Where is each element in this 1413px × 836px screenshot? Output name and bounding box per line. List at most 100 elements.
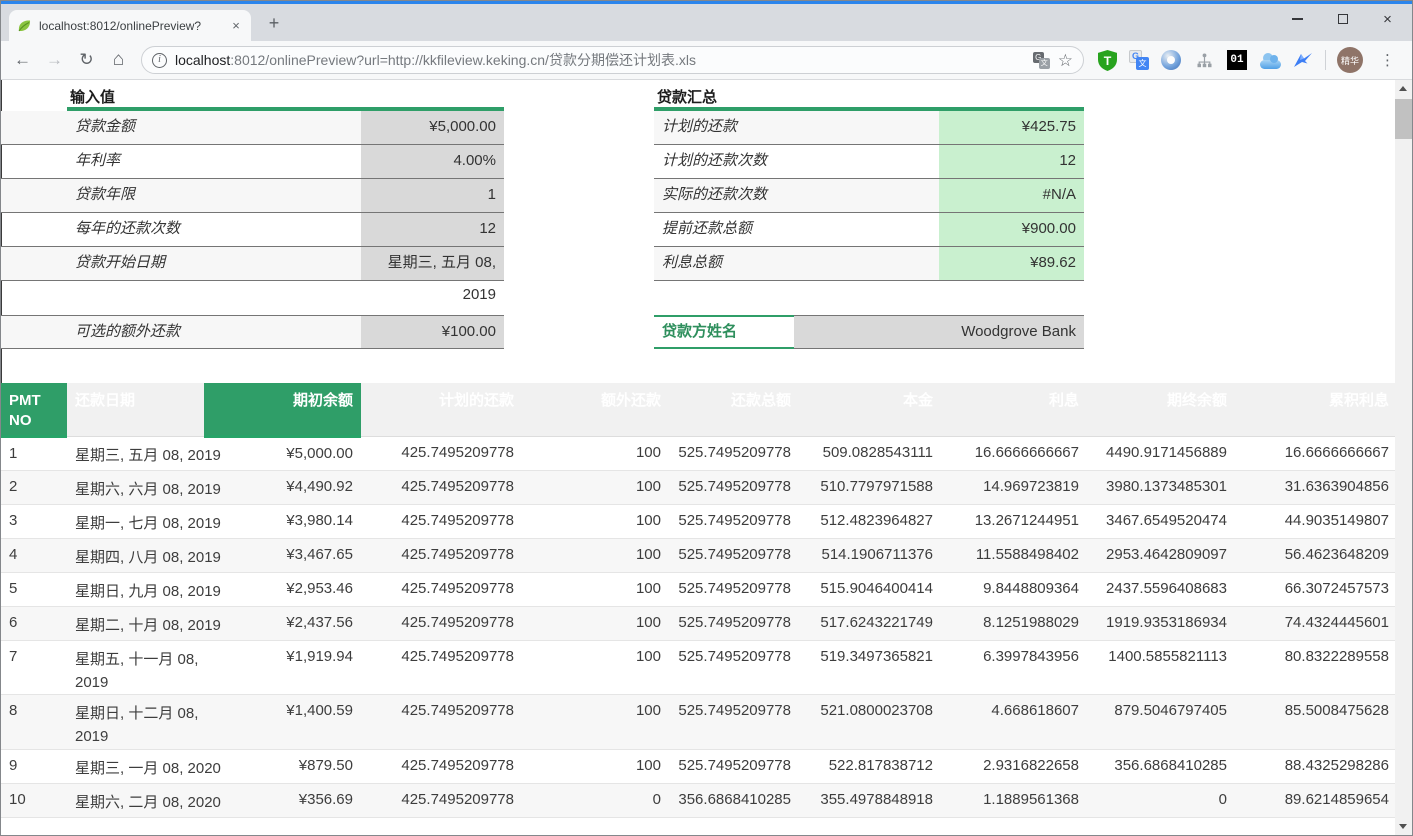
schedule-cell: 5: [1, 572, 67, 606]
input-value: 1: [361, 179, 504, 212]
extra-payment-label: 可选的额外还款: [67, 316, 361, 348]
schedule-cell: 11.5588498402: [941, 538, 1087, 572]
url-text[interactable]: localhost:8012/onlinePreview?url=http://…: [175, 50, 1025, 70]
address-bar[interactable]: i localhost:8012/onlinePreview?url=http:…: [141, 46, 1084, 74]
schedule-cell: 517.6243221749: [799, 606, 941, 640]
new-tab-button[interactable]: +: [261, 12, 287, 36]
summary-row: 提前还款总额¥900.00: [654, 213, 1084, 247]
row-gutter: [1, 213, 67, 246]
toolbar-separator: [1325, 50, 1326, 70]
schedule-row: 8星期日, 十二月 08, 2019¥1,400.59425.749520977…: [1, 695, 1397, 750]
ring-extension-icon[interactable]: [1160, 48, 1182, 72]
schedule-cell: 2953.4642809097: [1087, 538, 1235, 572]
home-icon: ⌂: [113, 49, 124, 71]
schedule-row: 1星期三, 五月 08, 2019¥5,000.00425.7495209778…: [1, 436, 1397, 470]
schedule-cell: 425.7495209778: [361, 749, 522, 783]
summary-section-title: 贷款汇总: [654, 80, 1084, 111]
schedule-cell: 425.7495209778: [361, 538, 522, 572]
schedule-cell: 525.7495209778: [669, 640, 799, 695]
schedule-cell: 1.1889561368: [941, 783, 1087, 817]
bird-extension-icon[interactable]: [1292, 48, 1314, 72]
cloud-glyph: [1260, 56, 1281, 69]
schedule-cell: 425.7495209778: [361, 695, 522, 750]
schedule-cell: ¥3,980.14: [204, 504, 361, 538]
row-gutter: [1, 145, 67, 178]
maximize-button[interactable]: [1320, 4, 1365, 34]
scrollbar-thumb[interactable]: [1395, 99, 1412, 139]
schedule-cell: 9: [1, 749, 67, 783]
translate-extension-icon[interactable]: G 文: [1129, 50, 1149, 70]
schedule-cell: ¥3,467.65: [204, 538, 361, 572]
schedule-cell: 星期一, 七月 08, 2019: [67, 504, 204, 538]
column-header: 期终余额: [1087, 383, 1235, 436]
schedule-cell: 16.6666666667: [1235, 436, 1397, 470]
minimize-button[interactable]: [1275, 4, 1320, 34]
translate-wen: 文: [1136, 57, 1149, 70]
profile-avatar[interactable]: 精华: [1337, 47, 1363, 73]
summary-row: 实际的还款次数#N/A: [654, 179, 1084, 213]
scroll-down-arrow[interactable]: [1395, 818, 1412, 835]
scroll-up-arrow[interactable]: [1395, 80, 1412, 97]
schedule-cell: 100: [522, 695, 669, 750]
schedule-cell: 100: [522, 572, 669, 606]
column-header: 累积利息: [1235, 383, 1397, 436]
schedule-row: 6星期二, 十月 08, 2019¥2,437.56425.7495209778…: [1, 606, 1397, 640]
schedule-cell: ¥5,000.00: [204, 436, 361, 470]
back-button[interactable]: ←: [8, 46, 37, 75]
page-info-icon[interactable]: i: [152, 53, 167, 68]
maximize-icon: [1338, 14, 1348, 24]
schedule-cell: 3980.1373485301: [1087, 470, 1235, 504]
column-header: 计划的还款: [361, 383, 522, 436]
ring-glyph: [1161, 50, 1181, 70]
schedule-cell: 100: [522, 504, 669, 538]
summary-row: 利息总额¥89.62: [654, 247, 1084, 281]
extra-payment-value: ¥100.00: [361, 316, 504, 348]
schedule-cell: 3467.6549520474: [1087, 504, 1235, 538]
schedule-cell: 525.7495209778: [669, 572, 799, 606]
input-row: 贷款开始日期星期三, 五月 08, 2019: [1, 247, 504, 281]
close-button[interactable]: ×: [1365, 4, 1410, 34]
schedule-cell: 44.9035149807: [1235, 504, 1397, 538]
bookmark-star-icon[interactable]: ☆: [1058, 52, 1073, 69]
schedule-row: 10星期六, 二月 08, 2020¥356.69425.74952097780…: [1, 783, 1397, 817]
schedule-cell: 星期六, 二月 08, 2020: [67, 783, 204, 817]
schedule-cell: 522.817838712: [799, 749, 941, 783]
schedule-cell: 525.7495209778: [669, 504, 799, 538]
input-label: 每年的还款次数: [67, 213, 361, 246]
schedule-cell: 2437.5596408683: [1087, 572, 1235, 606]
schedule-cell: 515.9046400414: [799, 572, 941, 606]
down-triangle-icon: [1399, 824, 1407, 829]
schedule-cell: 100: [522, 640, 669, 695]
schedule-cell: 100: [522, 749, 669, 783]
summary-value: #N/A: [939, 179, 1084, 212]
home-button[interactable]: ⌂: [104, 46, 133, 75]
minimize-icon: [1292, 18, 1303, 19]
schedule-cell: ¥879.50: [204, 749, 361, 783]
close-icon: ×: [1383, 12, 1392, 27]
url-path: :8012/onlinePreview?url=http://kkfilevie…: [230, 52, 696, 68]
schedule-cell: 56.4623648209: [1235, 538, 1397, 572]
schedule-cell: 356.6868410285: [1087, 749, 1235, 783]
cloud-extension-icon[interactable]: [1259, 48, 1281, 72]
forward-button[interactable]: →: [40, 46, 69, 75]
schedule-cell: 88.4325298286: [1235, 749, 1397, 783]
tab-close-icon[interactable]: ×: [228, 18, 244, 34]
vertical-scrollbar[interactable]: [1395, 80, 1412, 835]
schedule-cell: 星期四, 八月 08, 2019: [67, 538, 204, 572]
sitemap-extension-icon[interactable]: [1193, 48, 1215, 72]
refresh-button[interactable]: ↻: [72, 46, 101, 75]
schedule-cell: ¥2,953.46: [204, 572, 361, 606]
back-icon: ←: [14, 50, 31, 70]
input-row: 年利率4.00%: [1, 145, 504, 179]
lender-name-value: Woodgrove Bank: [794, 315, 1084, 349]
schedule-cell: 8: [1, 695, 67, 750]
loan-summary-table: 计划的还款¥425.75计划的还款次数12实际的还款次数#N/A提前还款总额¥9…: [654, 111, 1084, 281]
summary-value: 12: [939, 145, 1084, 178]
translate-page-icon[interactable]: G 文: [1033, 52, 1050, 69]
01-extension-icon[interactable]: 01: [1226, 48, 1248, 72]
summary-row: 计划的还款¥425.75: [654, 111, 1084, 145]
browser-tab[interactable]: localhost:8012/onlinePreview? ×: [9, 10, 251, 41]
shield-extension-icon[interactable]: T: [1096, 48, 1118, 72]
input-section-title: 输入值: [67, 80, 504, 111]
browser-menu-icon[interactable]: ⋮: [1374, 53, 1401, 68]
